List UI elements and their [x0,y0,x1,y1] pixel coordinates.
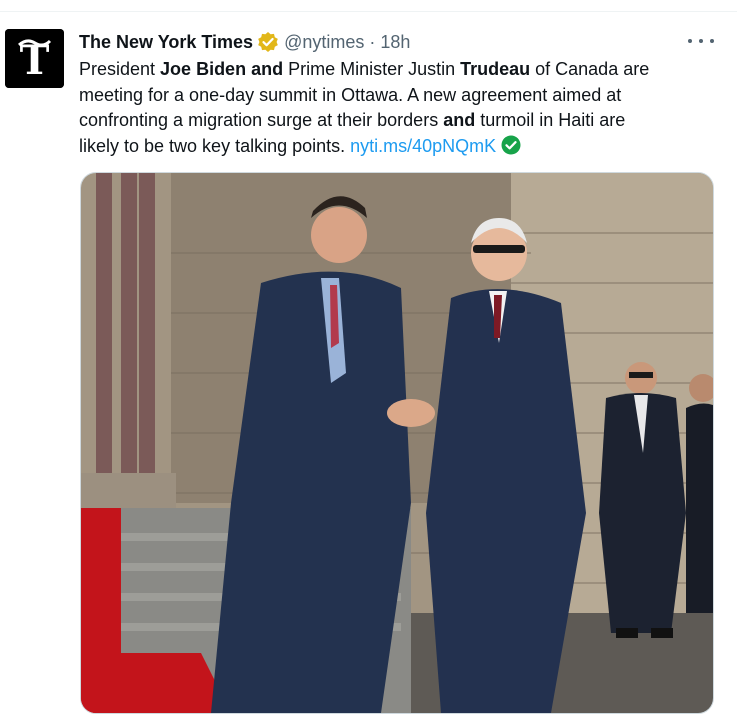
separator-dot: · [369,31,376,52]
verified-gold-badge-icon[interactable] [257,31,279,53]
top-divider [0,11,737,12]
author-name[interactable]: The New York Times [79,32,253,53]
tweet-text-line: President Joe Biden and Prime Minister J… [79,59,650,79]
tweet-time[interactable]: 18h [380,32,410,53]
tweet-text-line: likely to be two key talking points. nyt… [79,134,719,163]
more-options-icon[interactable] [688,32,714,50]
tweet-text-line: confronting a migration surge at their b… [79,110,626,130]
tweet-text-line: meeting for a one-day summit in Ottawa. … [79,84,622,105]
author-handle[interactable]: @nytimes [284,32,364,53]
tweet-header: The New York Times @nytimes · 18h [79,30,410,54]
tweet-link[interactable]: nyti.ms/40pNQmK [350,136,496,156]
nyt-logo-icon: T [5,29,64,88]
green-check-icon [501,135,521,163]
tweet-photo[interactable] [80,172,714,714]
avatar[interactable]: T [5,29,64,88]
photo-leaders-handshake [81,173,713,713]
tweet-text: President Joe Biden and Prime Minister J… [79,57,719,162]
